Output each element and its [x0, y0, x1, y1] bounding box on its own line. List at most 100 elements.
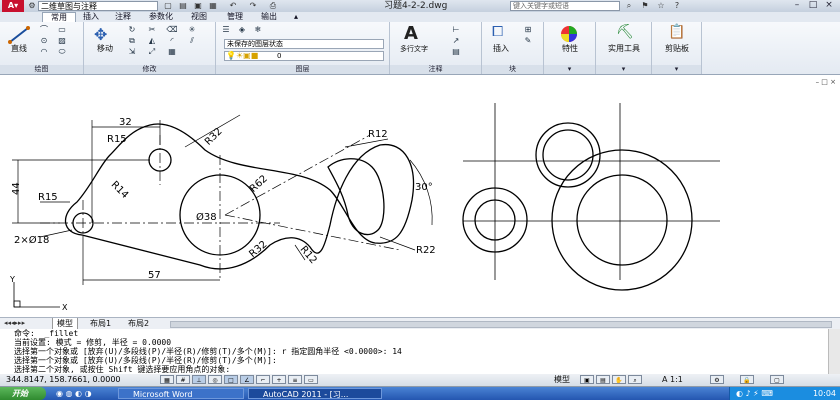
- layer-state-dropdown[interactable]: 未保存的图层状态: [224, 39, 384, 49]
- zoom-icon[interactable]: ⌕: [628, 375, 642, 384]
- layer-isolate-icon[interactable]: ◈: [236, 25, 248, 35]
- save-icon[interactable]: ▣: [193, 1, 203, 11]
- layer-freeze-icon[interactable]: ❄: [252, 25, 264, 35]
- snap-toggle[interactable]: ▦: [160, 375, 174, 384]
- move-button-label[interactable]: 移动: [90, 44, 120, 54]
- lineweight-toggle[interactable]: ≡: [288, 375, 302, 384]
- table-icon[interactable]: ▤: [450, 47, 462, 57]
- panel-layers-label[interactable]: 图层: [216, 65, 389, 74]
- workspace-gear-icon[interactable]: ⚙: [27, 1, 37, 11]
- favorites-star-icon[interactable]: ☆: [656, 1, 666, 11]
- offset-icon[interactable]: ⫽: [186, 36, 198, 46]
- search-icon[interactable]: ⌕: [624, 1, 634, 11]
- tab-annotate[interactable]: 注释: [110, 12, 136, 22]
- rectangle-tool-icon[interactable]: ▭: [56, 25, 68, 35]
- redo-icon[interactable]: ↷: [248, 1, 258, 11]
- model-space-label[interactable]: 模型: [554, 374, 570, 386]
- lock-icon[interactable]: 🔒: [740, 375, 754, 384]
- save-as-icon[interactable]: ▦: [208, 1, 218, 11]
- start-button[interactable]: 开始: [0, 387, 46, 400]
- communication-center-icon[interactable]: ⚑: [640, 1, 650, 11]
- tab-model[interactable]: 模型: [52, 318, 78, 329]
- line-button-label[interactable]: 直线: [4, 44, 34, 54]
- clipboard-icon[interactable]: 📋: [668, 24, 685, 40]
- horizontal-scrollbar[interactable]: [170, 321, 832, 328]
- tab-layout2[interactable]: 布局2: [124, 318, 153, 329]
- undo-icon[interactable]: ↶: [228, 1, 238, 11]
- drawing-canvas[interactable]: – □ × 32 R15 R32 R12 R14 R62 44 R15 Ø38 …: [0, 75, 840, 317]
- osnap-toggle[interactable]: □: [224, 375, 238, 384]
- qp-toggle[interactable]: ▭: [304, 375, 318, 384]
- quick-launch-icons[interactable]: ◉ ◍ ◐ ◑: [56, 388, 92, 399]
- layer-properties-icon[interactable]: ☰: [220, 25, 232, 35]
- explode-icon[interactable]: ✳: [186, 25, 198, 35]
- help-icon[interactable]: ?: [672, 1, 682, 11]
- utilities-expand-icon[interactable]: ▾: [596, 65, 651, 74]
- quick-view-drawings-icon[interactable]: ▤: [596, 375, 610, 384]
- autocad-logo-icon[interactable]: A▾: [2, 0, 24, 12]
- task-autocad[interactable]: AutoCAD 2011 - [习...: [248, 388, 382, 399]
- ribbon-minimize-icon[interactable]: ▴: [290, 12, 302, 22]
- tab-view[interactable]: 视图: [186, 12, 212, 22]
- create-block-icon[interactable]: ⊞: [522, 25, 534, 35]
- fillet-icon[interactable]: ◜: [166, 36, 178, 46]
- rotate-icon[interactable]: ↻: [126, 25, 138, 35]
- print-icon[interactable]: ⎙: [268, 1, 278, 11]
- quick-view-layouts-icon[interactable]: ▣: [580, 375, 594, 384]
- linear-dimension-icon[interactable]: ⊢: [450, 25, 462, 35]
- grid-toggle[interactable]: #: [176, 375, 190, 384]
- polyline-icon[interactable]: ⌒: [38, 25, 50, 35]
- insert-block-icon[interactable]: ⧠: [492, 24, 503, 40]
- utilities-button-label[interactable]: 实用工具: [598, 44, 650, 54]
- command-prompt-line[interactable]: 选择第二个对象, 或按住 Shift 键选择要应用角点的对象:: [14, 365, 230, 374]
- taskbar-clock[interactable]: 10:04: [813, 387, 836, 400]
- command-line[interactable]: 命令: _fillet 当前设置: 模式 = 修剪, 半径 = 0.0000 选…: [0, 329, 828, 375]
- hatch-tool-icon[interactable]: ▨: [56, 36, 68, 46]
- task-microsoft-word[interactable]: Microsoft Word: [118, 388, 244, 399]
- panel-modify-label[interactable]: 修改: [84, 65, 215, 74]
- layout-nav-arrows-icon[interactable]: ◂◂◂▸▸▸: [4, 318, 25, 329]
- tab-insert[interactable]: 插入: [78, 12, 104, 22]
- array-icon[interactable]: ▦: [166, 47, 178, 57]
- tab-parametric[interactable]: 参数化: [142, 12, 180, 22]
- circle-tool-icon[interactable]: ⊙: [38, 36, 50, 46]
- line-tool-icon[interactable]: [8, 26, 30, 44]
- clipboard-expand-icon[interactable]: ▾: [652, 65, 701, 74]
- annotation-scale[interactable]: A 1:1: [662, 374, 683, 386]
- mirror-icon[interactable]: ◭: [146, 36, 158, 46]
- erase-icon[interactable]: ⌫: [166, 25, 178, 35]
- mtext-icon[interactable]: A: [404, 23, 418, 44]
- move-tool-icon[interactable]: ✥: [94, 25, 107, 44]
- insert-button-label[interactable]: 插入: [486, 44, 516, 54]
- workspace-switch-icon[interactable]: ⚙: [710, 375, 724, 384]
- scale-icon[interactable]: ⤢: [146, 47, 158, 57]
- otrack-toggle[interactable]: ∠: [240, 375, 254, 384]
- clean-screen-icon[interactable]: ▢: [770, 375, 784, 384]
- leader-icon[interactable]: ↗: [450, 36, 462, 46]
- properties-color-wheel-icon[interactable]: [560, 25, 578, 43]
- close-icon[interactable]: ×: [822, 0, 836, 11]
- arc-tool-icon[interactable]: ◠: [38, 47, 50, 57]
- ortho-toggle[interactable]: ⊥: [192, 375, 206, 384]
- trim-icon[interactable]: ✂: [146, 25, 158, 35]
- stretch-icon[interactable]: ⇲: [126, 47, 138, 57]
- polar-toggle[interactable]: ◎: [208, 375, 222, 384]
- tab-output[interactable]: 输出: [256, 12, 282, 22]
- properties-expand-icon[interactable]: ▾: [544, 65, 595, 74]
- clipboard-button-label[interactable]: 剪贴板: [654, 44, 700, 54]
- panel-block-label[interactable]: 块: [482, 65, 543, 74]
- panel-draw-label[interactable]: 绘图: [0, 65, 83, 74]
- dyn-toggle[interactable]: +: [272, 375, 286, 384]
- minimize-icon[interactable]: –: [790, 0, 804, 11]
- copy-icon[interactable]: ⧉: [126, 36, 138, 46]
- drawing-window-controls[interactable]: – □ ×: [816, 78, 836, 86]
- ellipse-tool-icon[interactable]: ⬭: [56, 47, 68, 57]
- ducs-toggle[interactable]: ⌐: [256, 375, 270, 384]
- panel-annotation-label[interactable]: 注释: [390, 65, 481, 74]
- mtext-button-label[interactable]: 多行文字: [394, 44, 434, 54]
- tab-home[interactable]: 常用: [42, 12, 76, 22]
- command-line-scrollbar[interactable]: [828, 329, 840, 374]
- coordinate-readout[interactable]: 344.8147, 158.7661, 0.0000: [6, 374, 121, 386]
- search-input[interactable]: 键入关键字或短语: [510, 1, 620, 11]
- open-file-icon[interactable]: ▤: [178, 1, 188, 11]
